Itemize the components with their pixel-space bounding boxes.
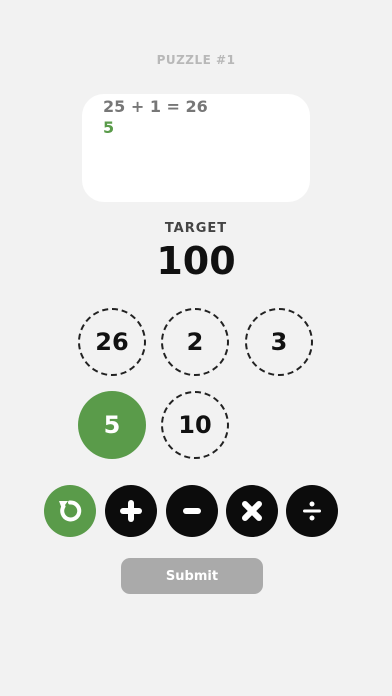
work-line: 25 + 1 = 26	[103, 97, 208, 116]
subtract-button[interactable]	[166, 485, 218, 537]
undo-button[interactable]	[44, 485, 96, 537]
number-tile-26[interactable]: 26	[78, 308, 146, 376]
divide-button[interactable]	[286, 485, 338, 537]
number-tile-3[interactable]: 3	[245, 308, 313, 376]
number-tile-5-selected[interactable]: 5	[78, 391, 146, 459]
puzzle-title: PUZZLE #1	[156, 53, 236, 67]
plus-icon	[120, 500, 142, 522]
undo-icon	[59, 500, 82, 522]
divide-icon	[303, 501, 321, 521]
add-button[interactable]	[105, 485, 157, 537]
work-line-current: 5	[103, 118, 115, 137]
minus-icon	[183, 508, 201, 514]
submit-button[interactable]: Submit	[121, 558, 263, 594]
work-card: 25 + 1 = 26 5	[82, 94, 310, 202]
target-value: 100	[156, 239, 236, 283]
times-icon	[242, 501, 262, 521]
multiply-button[interactable]	[226, 485, 278, 537]
target-label: TARGET	[164, 221, 228, 236]
number-tile-10[interactable]: 10	[161, 391, 229, 459]
number-tile-2[interactable]: 2	[161, 308, 229, 376]
